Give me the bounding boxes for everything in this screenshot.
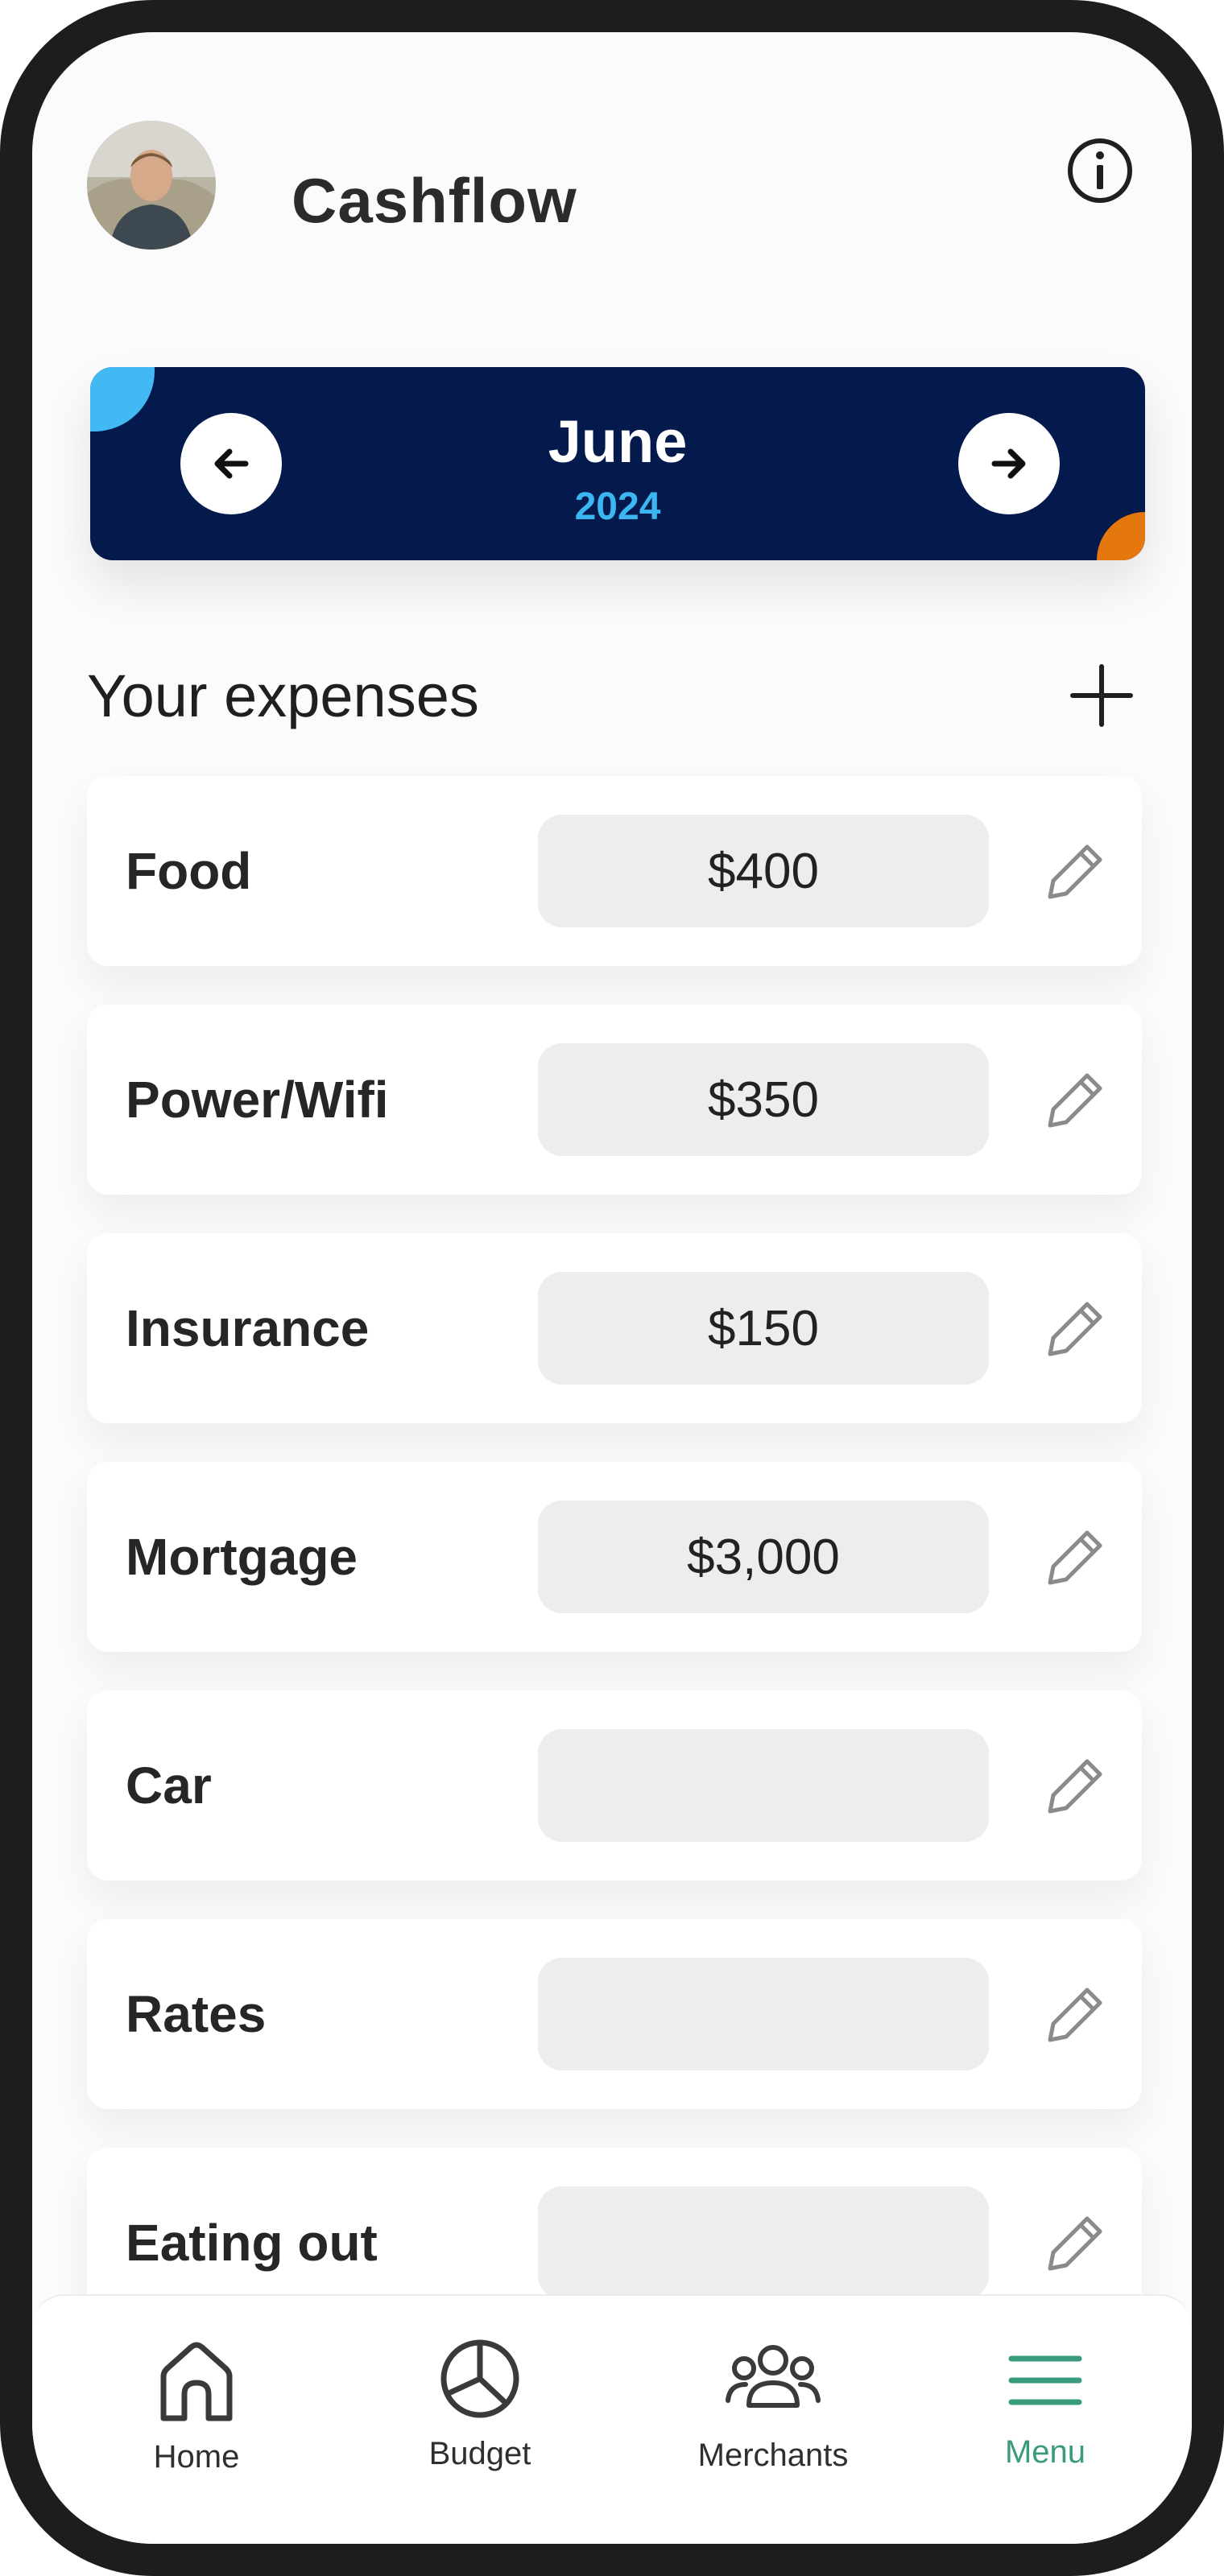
nav-item-budget[interactable]: Budget bbox=[375, 2296, 585, 2544]
expense-amount-field[interactable] bbox=[538, 1729, 989, 1842]
nav-item-merchants[interactable]: Merchants bbox=[668, 2296, 878, 2544]
expense-row-power-wifi: Power/Wifi $350 bbox=[87, 1005, 1142, 1195]
menu-icon bbox=[1008, 2355, 1082, 2405]
edit-expense-button[interactable] bbox=[1036, 1975, 1113, 2053]
expense-name: Mortgage bbox=[126, 1528, 358, 1586]
home-icon bbox=[160, 2342, 233, 2421]
edit-expense-button[interactable] bbox=[1036, 1290, 1113, 1367]
app-screen: Cashflow June 2024 Your expenses Food $4… bbox=[32, 32, 1192, 2544]
expense-name: Car bbox=[126, 1757, 212, 1814]
phone-frame: Cashflow June 2024 Your expenses Food $4… bbox=[0, 0, 1224, 2576]
nav-label-budget: Budget bbox=[428, 2436, 531, 2471]
info-button[interactable] bbox=[1065, 135, 1135, 206]
expense-amount-field[interactable]: $350 bbox=[538, 1043, 989, 1156]
nav-label-home: Home bbox=[153, 2439, 240, 2475]
pencil-icon bbox=[1048, 844, 1102, 899]
expense-name: Rates bbox=[126, 1985, 267, 2043]
expense-amount-field[interactable] bbox=[538, 1958, 989, 2070]
expense-row-car: Car bbox=[87, 1690, 1142, 1880]
avatar[interactable] bbox=[87, 121, 216, 250]
users-icon bbox=[726, 2345, 821, 2408]
edit-expense-button[interactable] bbox=[1036, 832, 1113, 910]
expense-row-insurance: Insurance $150 bbox=[87, 1233, 1142, 1423]
expense-amount-field[interactable] bbox=[538, 2186, 989, 2299]
expense-amount-field[interactable]: $400 bbox=[538, 815, 989, 927]
bottom-nav: Home Budget Merchants Menu bbox=[32, 2294, 1192, 2544]
pencil-icon bbox=[1048, 1073, 1102, 1128]
expenses-title: Your expenses bbox=[87, 663, 479, 729]
expense-amount-field[interactable]: $150 bbox=[538, 1272, 989, 1385]
edit-expense-button[interactable] bbox=[1036, 1061, 1113, 1138]
nav-label-menu: Menu bbox=[1004, 2434, 1086, 2470]
pencil-icon bbox=[1048, 1302, 1102, 1356]
month-selector: June 2024 bbox=[90, 367, 1145, 560]
pencil-icon bbox=[1048, 1530, 1102, 1585]
expense-row-rates: Rates bbox=[87, 1919, 1142, 2109]
expense-name: Food bbox=[126, 842, 252, 900]
app-title: Cashflow bbox=[292, 165, 577, 236]
add-expense-button[interactable] bbox=[1068, 662, 1135, 729]
edit-expense-button[interactable] bbox=[1036, 2204, 1113, 2281]
plus-icon bbox=[1070, 664, 1133, 727]
edit-expense-button[interactable] bbox=[1036, 1518, 1113, 1596]
pencil-icon bbox=[1048, 1759, 1102, 1814]
expense-name: Power/Wifi bbox=[126, 1071, 389, 1129]
expense-row-mortgage: Mortgage $3,000 bbox=[87, 1462, 1142, 1652]
edit-expense-button[interactable] bbox=[1036, 1747, 1113, 1824]
nav-item-home[interactable]: Home bbox=[92, 2296, 301, 2544]
nav-label-merchants: Merchants bbox=[697, 2438, 849, 2473]
next-month-button[interactable] bbox=[958, 413, 1060, 514]
pie-chart-icon bbox=[440, 2339, 519, 2418]
pencil-icon bbox=[1048, 2216, 1102, 2271]
expense-row-food: Food $400 bbox=[87, 776, 1142, 966]
expense-amount-field[interactable]: $3,000 bbox=[538, 1501, 989, 1613]
expense-name: Insurance bbox=[126, 1299, 370, 1357]
arrow-right-icon bbox=[991, 448, 1026, 479]
user-avatar-photo bbox=[87, 121, 216, 250]
pencil-icon bbox=[1048, 1988, 1102, 2042]
nav-item-menu[interactable]: Menu bbox=[941, 2296, 1150, 2544]
info-icon bbox=[1068, 138, 1132, 203]
